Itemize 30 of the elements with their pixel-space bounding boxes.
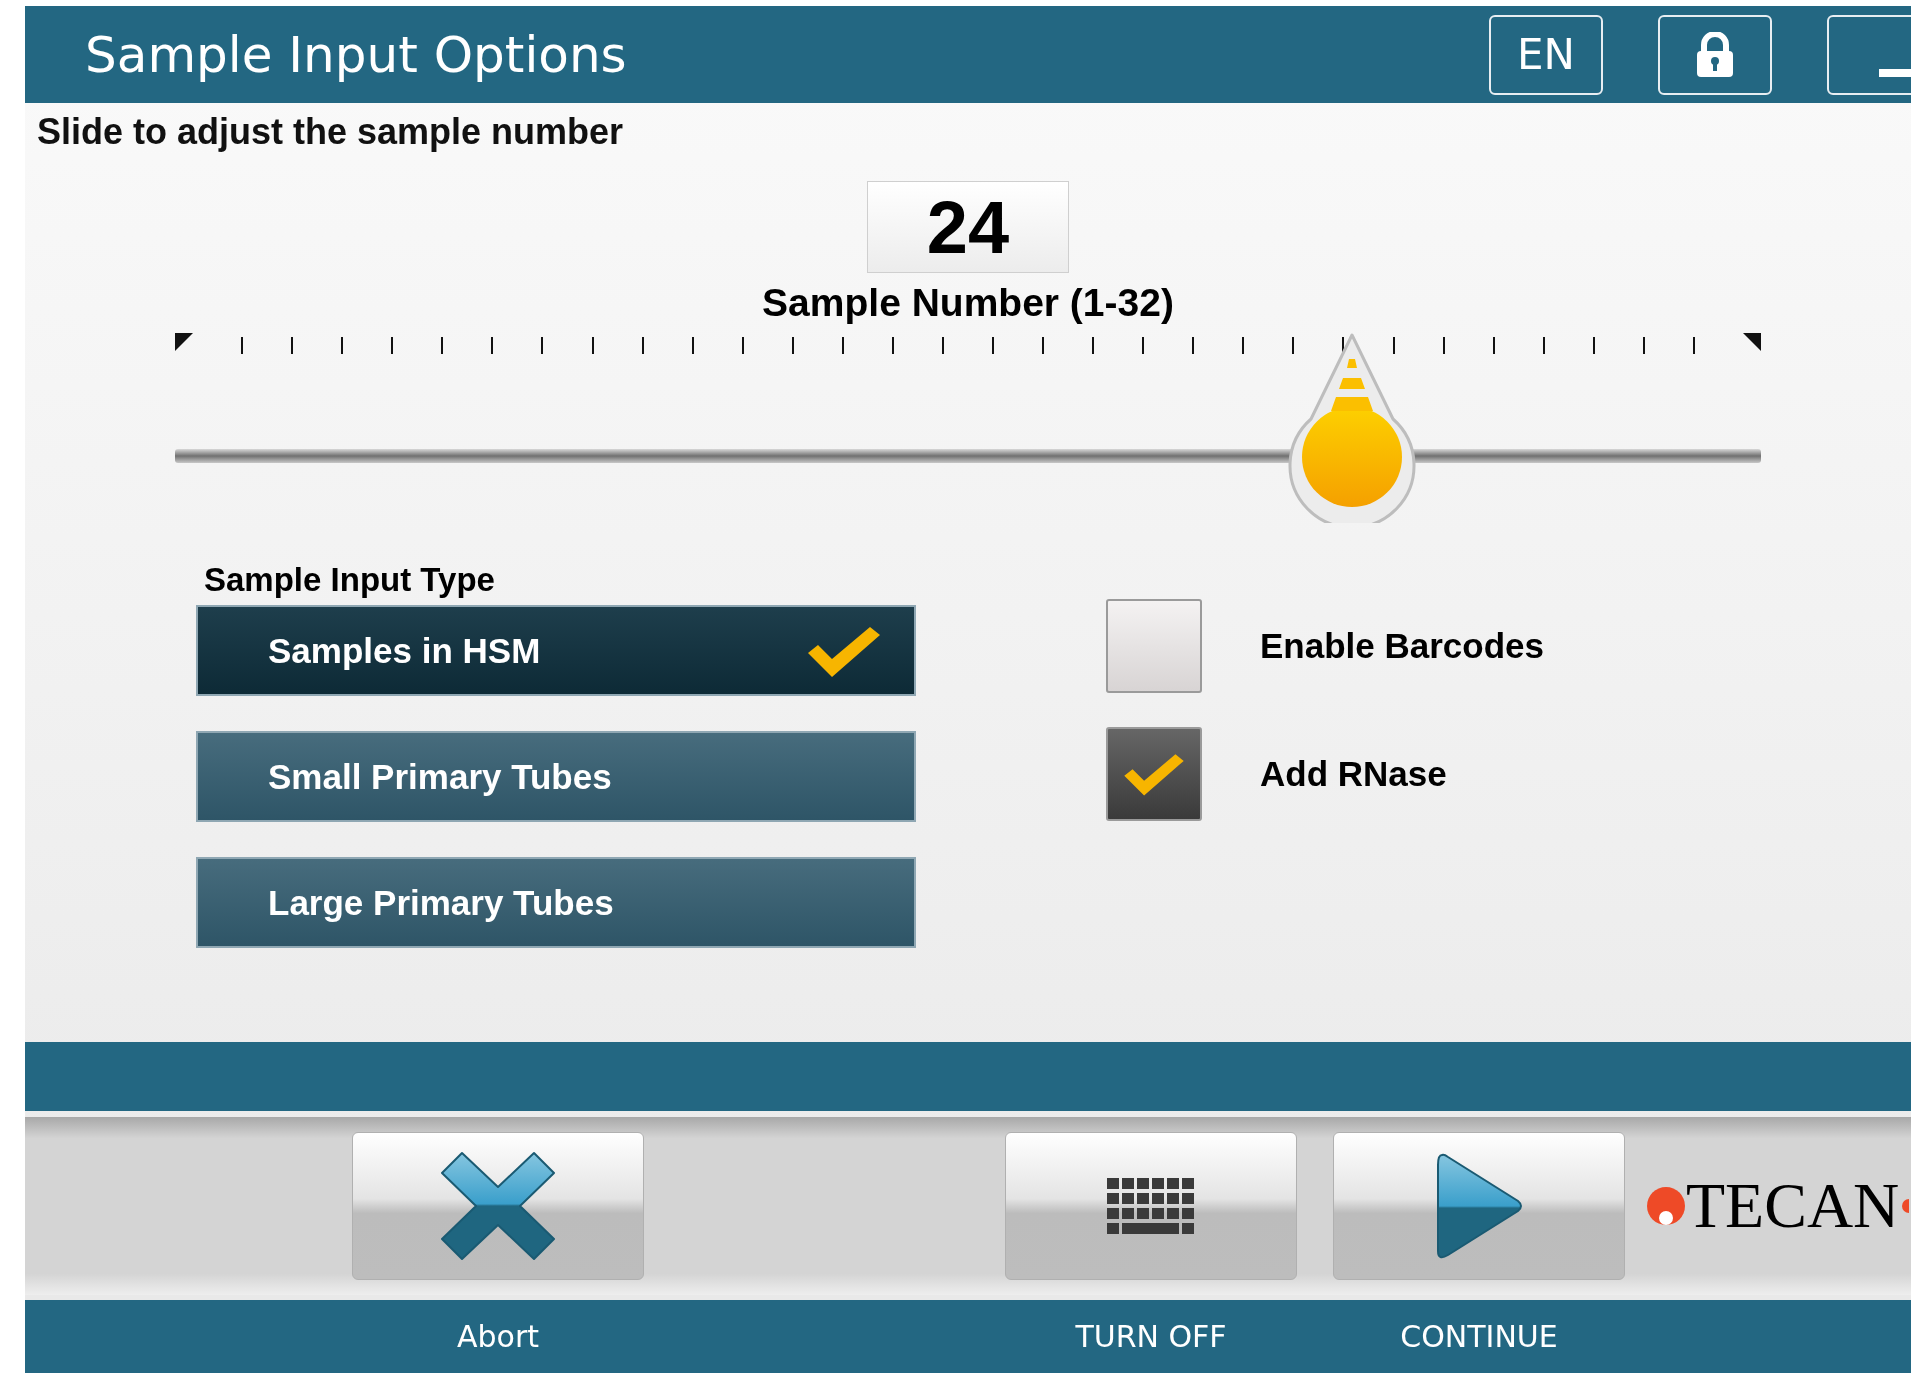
- button-caption: Abort: [456, 1319, 540, 1354]
- button-caption: TURN OFF: [1074, 1319, 1228, 1354]
- section-heading: Sample Input Type: [204, 561, 496, 599]
- logo-text: TECAN: [1686, 1174, 1900, 1238]
- keyboard-icon: [1107, 1178, 1195, 1234]
- play-icon: [1434, 1151, 1524, 1261]
- instruction-text: Slide to adjust the sample number: [36, 110, 625, 153]
- slider-label: Sample Number (1-32): [762, 281, 1174, 325]
- tick-mark-icon: [1742, 333, 1761, 351]
- checkbox-label: Add RNase: [1260, 754, 1447, 794]
- sample-type-button[interactable]: Samples in HSM: [196, 605, 916, 696]
- button-caption: CONTINUE: [1399, 1319, 1559, 1354]
- logo-dot-icon: [1646, 1186, 1686, 1226]
- slider-track[interactable]: [175, 449, 1761, 463]
- sample-type-button[interactable]: Small Primary Tubes: [196, 731, 916, 822]
- lock-button[interactable]: [1658, 14, 1772, 95]
- checkbox[interactable]: [1106, 727, 1202, 821]
- language-button[interactable]: EN: [1489, 14, 1603, 95]
- sample-number-value: 24: [867, 181, 1069, 273]
- sample-type-button[interactable]: Large Primary Tubes: [196, 857, 916, 948]
- continue-button[interactable]: [1333, 1132, 1625, 1280]
- checkbox-label: Enable Barcodes: [1260, 626, 1544, 666]
- keyboard-button[interactable]: [1005, 1132, 1297, 1280]
- tick-mark-icon: [175, 333, 193, 351]
- checkbox[interactable]: [1106, 599, 1202, 693]
- close-icon: [440, 1151, 556, 1261]
- lock-icon: [1695, 31, 1735, 78]
- abort-button[interactable]: [352, 1132, 644, 1280]
- window-title: Sample Input Options: [85, 25, 628, 84]
- minimize-button[interactable]: [1827, 14, 1911, 95]
